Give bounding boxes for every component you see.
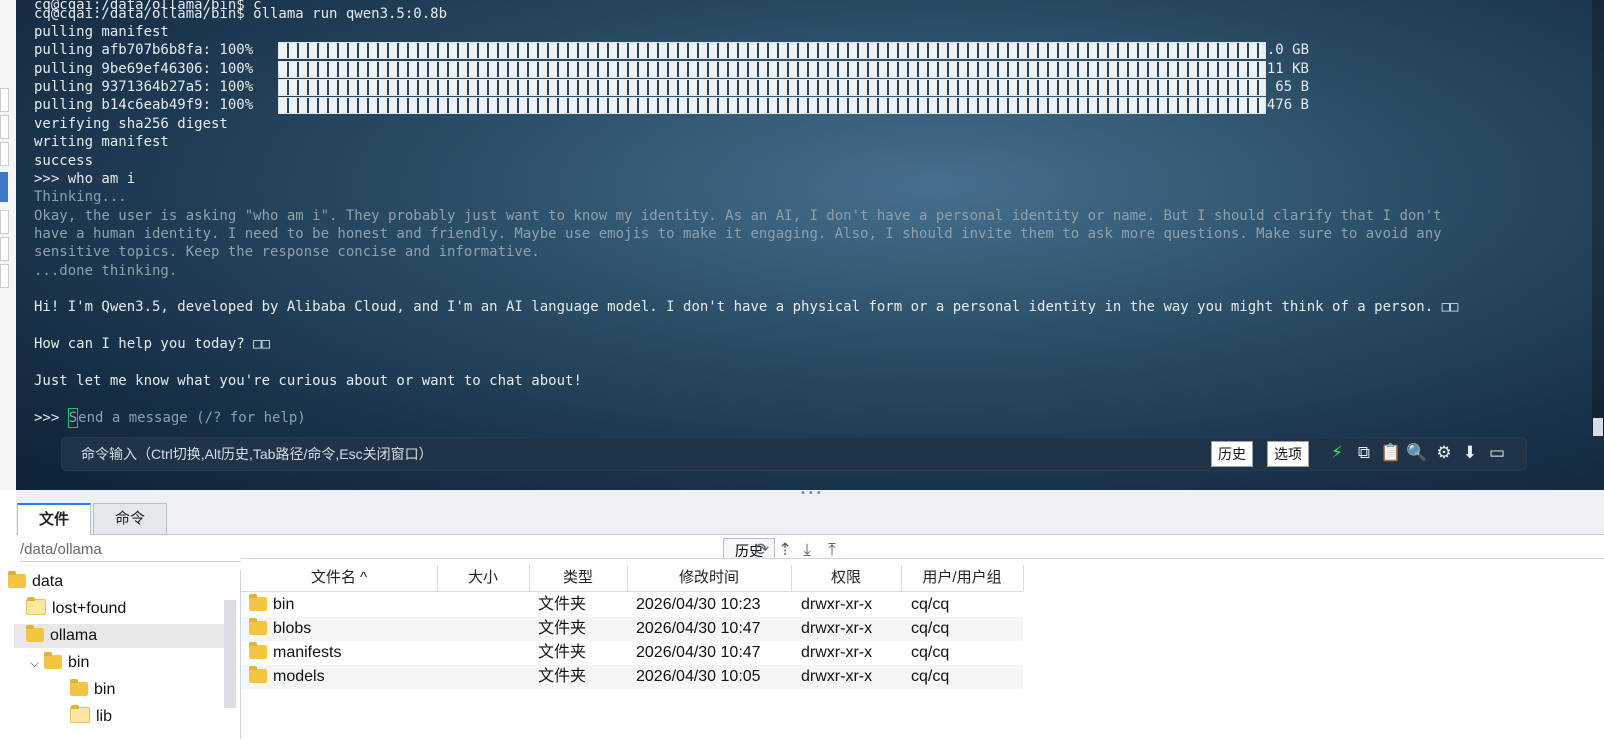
maximize-icon[interactable]: ▭ xyxy=(1486,442,1508,464)
scrollbar-thumb[interactable] xyxy=(1593,418,1603,436)
terminal-line: >>> who am i xyxy=(34,171,136,187)
folder-icon xyxy=(8,571,26,588)
paste-icon[interactable]: 📋 xyxy=(1380,442,1402,464)
history-button[interactable]: 历史 xyxy=(1211,441,1253,467)
folder-icon xyxy=(44,652,62,669)
terminal-line: pulling 9371364b27a5: 100% xyxy=(34,79,254,95)
terminal-line: pulling afb707b6b8fa: 100% xyxy=(34,42,254,58)
folder-icon xyxy=(26,625,44,642)
file-row[interactable]: models 文件夹 2026/04/30 10:05 drwxr-xr-x c… xyxy=(241,665,1023,689)
tree-item-ollama[interactable]: ollama xyxy=(14,624,234,648)
thinking-line: sensitive topics. Keep the response conc… xyxy=(34,244,540,260)
text-cursor: S xyxy=(67,408,79,428)
file-row[interactable]: blobs 文件夹 2026/04/30 10:47 drwxr-xr-x cq… xyxy=(241,617,1023,641)
lightning-icon[interactable]: ⚡ xyxy=(1326,442,1348,464)
folder-icon xyxy=(249,642,267,659)
copy-icon[interactable]: ⧉ xyxy=(1353,442,1375,464)
thinking-line: Okay, the user is asking "who am i". The… xyxy=(34,208,1442,224)
thinking-line: Thinking... xyxy=(34,189,127,205)
pull-size: 11 KB xyxy=(1266,61,1309,77)
column-header-name[interactable]: 文件名 ^ xyxy=(241,565,438,591)
file-list[interactable]: 文件名 ^ 大小 类型 修改时间 权限 用户/用户组 bin 文件夹 2026/… xyxy=(241,558,1604,740)
column-header-mtime[interactable]: 修改时间 xyxy=(627,565,792,591)
terminal-line: success xyxy=(34,153,94,169)
background-app-strip xyxy=(0,0,17,490)
directory-tree[interactable]: data lost+found ollama ⌵ bin bin lib xyxy=(0,570,241,739)
pull-size: 65 B xyxy=(1275,79,1309,95)
column-header-permissions[interactable]: 权限 xyxy=(791,565,902,591)
gear-icon[interactable]: ⚙ xyxy=(1433,442,1455,464)
folder-icon xyxy=(70,679,88,696)
terminal-line: pulling manifest xyxy=(34,24,169,40)
pull-size: 1.0 GB xyxy=(1258,42,1309,58)
folder-icon xyxy=(26,597,46,615)
folder-icon xyxy=(249,618,267,635)
tab-commands[interactable]: 命令 xyxy=(93,503,167,534)
terminal-line: Hi! I'm Qwen3.5, developed by Alibaba Cl… xyxy=(34,299,1459,315)
file-row[interactable]: bin 文件夹 2026/04/30 10:23 drwxr-xr-x cq/c… xyxy=(241,593,1023,617)
tree-item-lost-found[interactable]: lost+found xyxy=(26,597,126,621)
terminal-line: verifying sha256 digest xyxy=(34,116,228,132)
column-header-size[interactable]: 大小 xyxy=(437,565,530,591)
tree-scrollbar[interactable] xyxy=(224,600,236,708)
terminal-line: pulling 9be69ef46306: 100% xyxy=(34,61,254,77)
folder-icon xyxy=(70,705,90,723)
progress-bar xyxy=(278,42,1266,59)
folder-icon xyxy=(249,666,267,683)
arrow-down-icon[interactable]: ⬇ xyxy=(1459,442,1481,464)
terminal-line: writing manifest xyxy=(34,134,169,150)
progress-bar xyxy=(278,97,1266,114)
thinking-line: ...done thinking. xyxy=(34,263,178,279)
prompt-placeholder: end a message (/? for help) xyxy=(78,410,306,426)
chevron-down-icon[interactable]: ⌵ xyxy=(30,651,44,675)
bottom-tabs: 文件 命令 xyxy=(16,496,1604,536)
file-row[interactable]: manifests 文件夹 2026/04/30 10:47 drwxr-xr-… xyxy=(241,641,1023,665)
command-input-hint[interactable]: 命令输入（Ctrl切换,Alt历史,Tab路径/命令,Esc关闭窗口） xyxy=(81,444,433,464)
tab-files[interactable]: 文件 xyxy=(17,503,91,536)
terminal-window[interactable]: cq@cqai:/data/ollama/bin$ c cq@cqai:/dat… xyxy=(16,0,1604,490)
command-input-bar[interactable]: 命令输入（Ctrl切换,Alt历史,Tab路径/命令,Esc关闭窗口） 历史 选… xyxy=(61,437,1527,471)
thinking-line: have a human identity. I need to be hone… xyxy=(34,226,1442,242)
file-list-header: 文件名 ^ 大小 类型 修改时间 权限 用户/用户组 xyxy=(241,565,1024,592)
tree-item-lib[interactable]: lib xyxy=(70,705,112,729)
prompt-line[interactable]: >>> Send a message (/? for help) xyxy=(34,408,306,428)
tree-item-bin-child[interactable]: bin xyxy=(70,678,115,702)
progress-bar xyxy=(278,79,1266,96)
search-icon[interactable]: 🔍 xyxy=(1406,442,1428,464)
terminal-scrollbar[interactable] xyxy=(1592,0,1604,436)
terminal-line: How can I help you today? □□ xyxy=(34,336,271,352)
terminal-line: cq@cqai:/data/ollama/bin$ ollama run qwe… xyxy=(34,6,448,22)
prompt-prefix: >>> xyxy=(34,410,68,426)
tree-item-bin[interactable]: ⌵ bin xyxy=(30,651,89,675)
column-header-type[interactable]: 类型 xyxy=(529,565,628,591)
options-button[interactable]: 选项 xyxy=(1267,441,1309,467)
column-header-owner[interactable]: 用户/用户组 xyxy=(901,565,1024,591)
pull-size: 476 B xyxy=(1266,97,1309,113)
progress-bar xyxy=(278,61,1266,78)
folder-icon xyxy=(249,594,267,611)
tree-item-data[interactable]: data xyxy=(8,570,63,594)
terminal-line: Just let me know what you're curious abo… xyxy=(34,373,582,389)
terminal-line: pulling b14c6eab49f9: 100% xyxy=(34,97,254,113)
